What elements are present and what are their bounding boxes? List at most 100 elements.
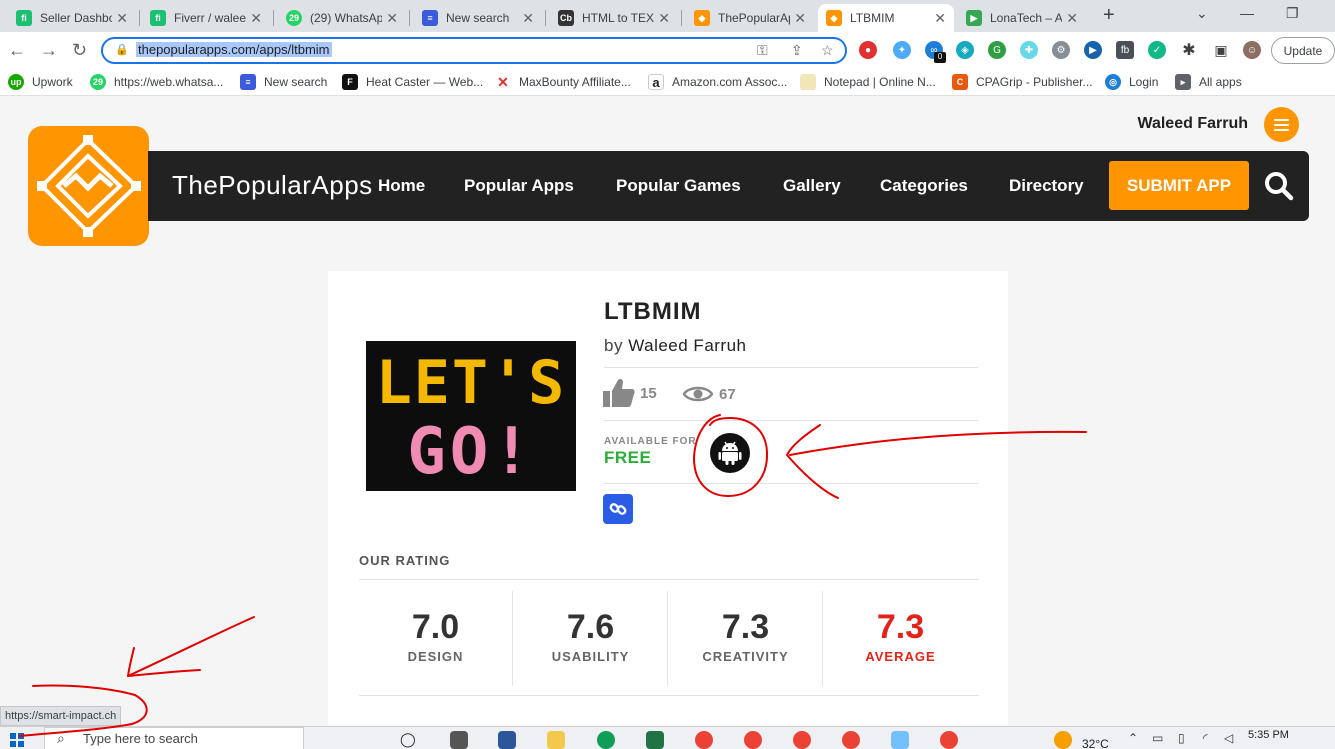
weather-icon[interactable]	[1054, 731, 1072, 749]
nav-categories[interactable]: Categories	[880, 176, 968, 196]
bookmark-item[interactable]: ≡ New search	[240, 74, 327, 90]
bookmark-item[interactable]: 29 https://web.whatsa...	[90, 74, 223, 90]
close-icon[interactable]: ✕	[522, 10, 534, 27]
back-icon[interactable]: ←	[8, 40, 26, 61]
tab[interactable]: ▶ LonaTech – Ap ✕	[958, 4, 1086, 32]
battery-icon[interactable]: ▯	[1178, 731, 1185, 745]
address-bar[interactable]: 🔒 thepopularapps.com/apps/ltbmim ⚿ ⇪ ☆	[101, 37, 847, 64]
close-icon[interactable]: ✕	[386, 10, 398, 27]
extension-icon[interactable]: fb	[1116, 41, 1134, 59]
bookmark-item[interactable]: C CPAGrip - Publisher...	[952, 74, 1092, 90]
chrome-icon[interactable]	[744, 731, 762, 749]
tab[interactable]: ◆ ThePopularAp ✕	[686, 4, 814, 32]
word-icon[interactable]	[498, 731, 516, 749]
extension-icon[interactable]: ▶	[1084, 41, 1102, 59]
pokeball-extension-icon[interactable]: ●	[859, 41, 877, 59]
bookmark-item[interactable]: ◎ Login	[1105, 74, 1158, 90]
edge-icon[interactable]	[597, 731, 615, 749]
close-icon[interactable]: ✕	[794, 10, 806, 27]
file-explorer-icon[interactable]	[547, 731, 565, 749]
app-icon[interactable]	[891, 731, 909, 749]
app-author[interactable]: Waleed Farruh	[628, 336, 746, 355]
network-icon[interactable]: ▭	[1152, 731, 1163, 745]
update-button[interactable]: Update	[1271, 37, 1335, 64]
chrome-icon[interactable]	[940, 731, 958, 749]
bookmark-item[interactable]: ▸ All apps	[1175, 74, 1242, 90]
lock-icon[interactable]: 🔒	[115, 43, 129, 56]
all-apps-icon: ▸	[1175, 74, 1191, 90]
chrome-icon[interactable]	[842, 731, 860, 749]
tab-separator	[273, 10, 274, 26]
rating-heading: OUR RATING	[359, 553, 451, 568]
tab[interactable]: 29 (29) WhatsAp ✕	[278, 4, 406, 32]
tab[interactable]: ≡ New search ✕	[414, 4, 542, 32]
extension-icon[interactable]: ✚	[1020, 41, 1038, 59]
temperature[interactable]: 32°C	[1082, 737, 1109, 749]
hamburger-menu-icon[interactable]	[1264, 107, 1299, 142]
nav-popular-games[interactable]: Popular Games	[616, 176, 741, 196]
android-icon[interactable]	[710, 433, 750, 473]
search-icon[interactable]	[1264, 171, 1294, 206]
tab-favicon: Cb	[558, 10, 574, 26]
link-button[interactable]	[603, 494, 633, 524]
site-logo[interactable]	[28, 126, 149, 246]
extension-icon[interactable]: ✓	[1148, 41, 1166, 59]
clock[interactable]: 5:35 PM	[1248, 729, 1289, 741]
windows-start-icon[interactable]	[10, 733, 24, 749]
bookmark-star-icon[interactable]: ☆	[821, 42, 834, 59]
user-name[interactable]: Waleed Farruh	[1080, 115, 1248, 133]
url-text[interactable]: thepopularapps.com/apps/ltbmim	[136, 42, 332, 57]
like-button[interactable]: 15	[602, 377, 657, 409]
views-counter: 67	[683, 385, 736, 403]
app-icon: LET'S GO!	[366, 341, 576, 501]
profile-avatar[interactable]: ☺	[1243, 41, 1261, 59]
bookmark-item[interactable]: Notepad | Online N...	[800, 74, 936, 90]
extension-icon[interactable]: ✦	[893, 41, 911, 59]
chevron-up-icon[interactable]: ⌃	[1128, 731, 1138, 745]
tab[interactable]: fi Fiverr / walee ✕	[142, 4, 270, 32]
speaker-muted-icon[interactable]: ◁	[1224, 731, 1233, 745]
tab[interactable]: fi Seller Dashbo ✕	[8, 4, 136, 32]
extension-icon[interactable]: ⚙	[1052, 41, 1070, 59]
tab-favicon: 29	[286, 10, 302, 26]
tab-search-chevron-icon[interactable]: ⌄	[1196, 5, 1208, 22]
wifi-icon[interactable]: ◜	[1203, 731, 1208, 745]
side-panel-icon[interactable]: ▣	[1212, 41, 1230, 59]
reload-icon[interactable]: ↻	[72, 40, 87, 61]
close-icon[interactable]: ✕	[658, 10, 670, 27]
close-icon[interactable]: ✕	[934, 10, 946, 27]
chrome-icon[interactable]	[793, 731, 811, 749]
site-name[interactable]: ThePopularApps	[172, 170, 373, 201]
bookmark-item[interactable]: a Amazon.com Assoc...	[648, 74, 787, 90]
puzzle-extensions-icon[interactable]: ✱	[1180, 41, 1198, 59]
widgets-icon[interactable]	[450, 731, 468, 749]
close-icon[interactable]: ✕	[116, 10, 128, 27]
close-icon[interactable]: ✕	[250, 10, 262, 27]
share-icon[interactable]: ⇪	[791, 42, 803, 59]
minimize-icon[interactable]: —	[1240, 5, 1254, 21]
nav-popular-apps[interactable]: Popular Apps	[464, 176, 574, 196]
excel-icon[interactable]	[646, 731, 664, 749]
restore-icon[interactable]: ❐	[1286, 5, 1299, 22]
key-icon[interactable]: ⚿	[757, 42, 768, 59]
taskbar-search-input[interactable]: ⌕ Type here to search	[44, 727, 304, 749]
tab[interactable]: Cb HTML to TEXT ✕	[550, 4, 678, 32]
bookmark-item[interactable]: ✕ MaxBounty Affiliate...	[495, 74, 631, 90]
task-view-icon[interactable]: ◯	[400, 731, 418, 749]
extension-icon[interactable]: ◈	[956, 41, 974, 59]
bookmark-item[interactable]: F Heat Caster — Web...	[342, 74, 483, 90]
nav-directory[interactable]: Directory	[1009, 176, 1084, 196]
tab-title: ThePopularAp	[718, 11, 791, 25]
amazon-icon: a	[648, 74, 664, 90]
close-icon[interactable]: ✕	[1066, 10, 1078, 27]
bookmark-item[interactable]: up Upwork	[8, 74, 73, 90]
nav-gallery[interactable]: Gallery	[783, 176, 841, 196]
grammarly-icon[interactable]: G	[988, 41, 1006, 59]
forward-icon[interactable]: →	[40, 40, 58, 61]
taskbar: ⌕ Type here to search ◯ 32°C ⌃ ▭ ▯ ◜ ◁ 5…	[0, 726, 1335, 749]
chrome-icon[interactable]	[695, 731, 713, 749]
submit-app-button[interactable]: SUBMIT APP	[1109, 161, 1249, 210]
new-tab-icon[interactable]: +	[1103, 4, 1115, 27]
nav-home[interactable]: Home	[378, 176, 425, 196]
tab-active[interactable]: ◆ LTBMIM ✕	[818, 4, 954, 32]
